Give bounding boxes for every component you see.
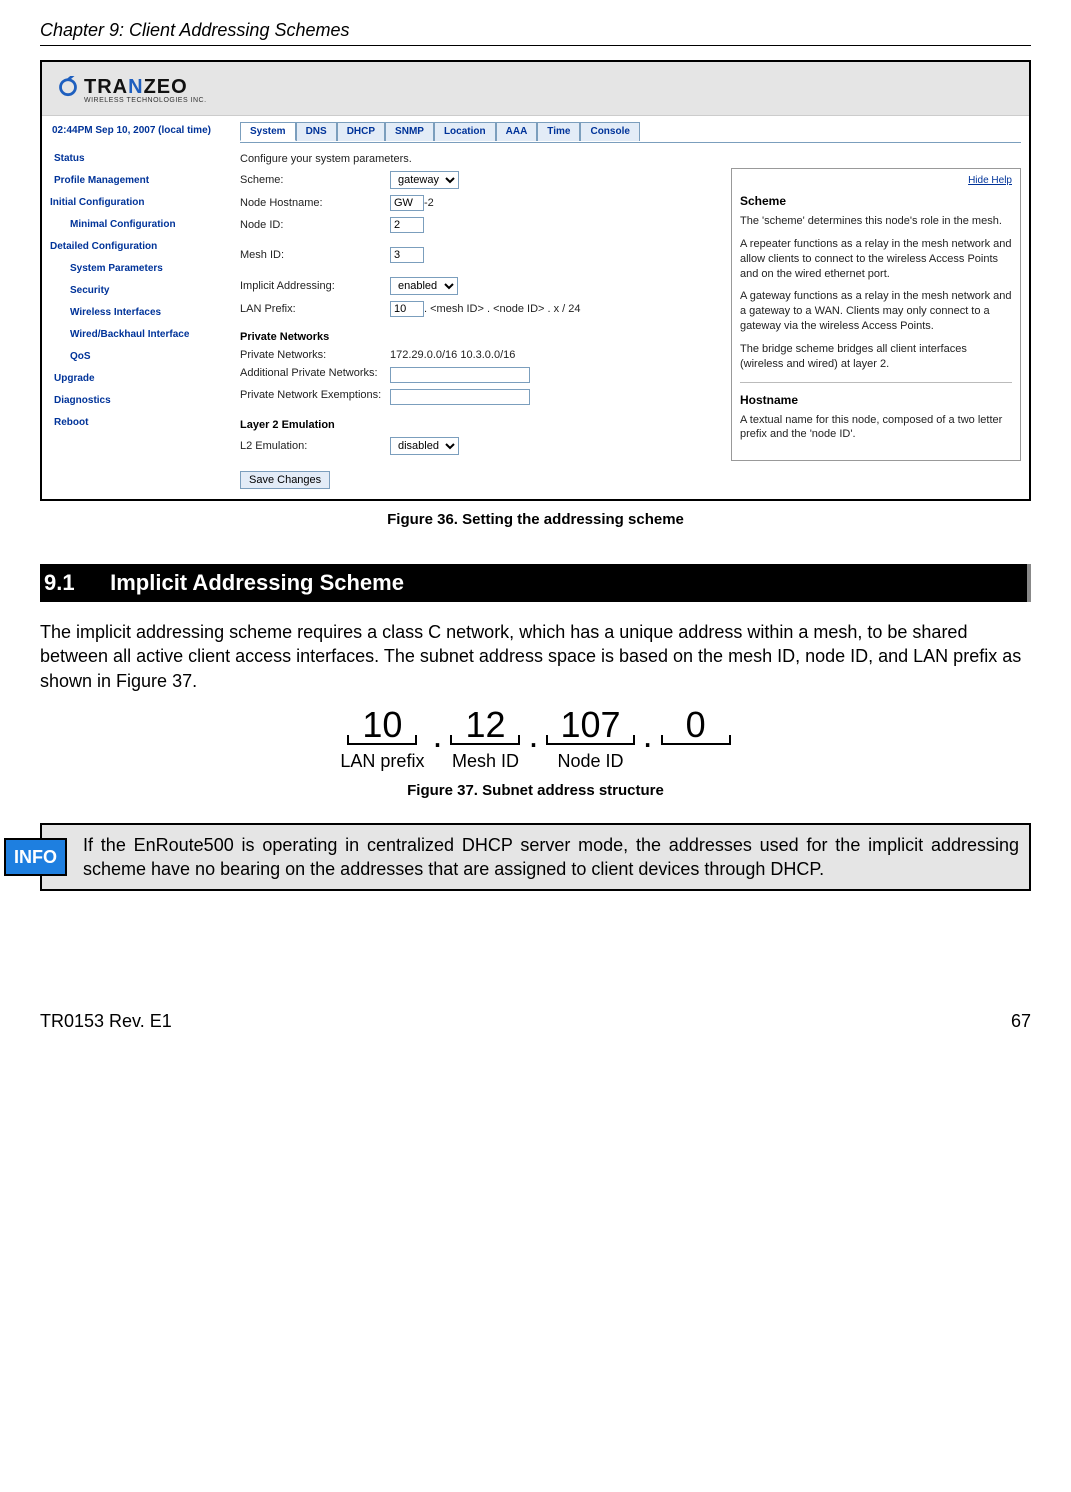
logo-subtitle: WIRELESS TECHNOLOGIES INC.: [84, 97, 207, 104]
footer-left: TR0153 Rev. E1: [40, 1011, 172, 1032]
main-panel: System DNS DHCP SNMP Location AAA Time C…: [232, 116, 1029, 499]
logo-z: N: [128, 76, 143, 98]
tab-time[interactable]: Time: [537, 122, 580, 141]
dot-icon: .: [426, 717, 448, 761]
section-number: 9.1: [44, 570, 104, 596]
figure36-caption: Figure 36. Setting the addressing scheme: [40, 511, 1031, 528]
sidebar-heading-detailed: Detailed Configuration: [50, 236, 232, 258]
form-intro: Configure your system parameters.: [240, 153, 412, 165]
chapter-title: Chapter 9: Client Addressing Schemes: [40, 20, 1031, 41]
sidebar-item-diagnostics[interactable]: Diagnostics: [50, 390, 232, 412]
sidebar-item-wired[interactable]: Wired/Backhaul Interface: [50, 324, 232, 346]
sidebar: 02:44PM Sep 10, 2007 (local time) Status…: [42, 116, 232, 499]
help-p4: The bridge scheme bridges all client int…: [740, 342, 1012, 372]
hostname-suffix: -2: [424, 197, 434, 209]
tab-console[interactable]: Console: [580, 122, 639, 141]
logo-swirl-icon: [54, 76, 82, 104]
sidebar-item-minimal[interactable]: Minimal Configuration: [50, 214, 232, 236]
pne-label: Private Network Exemptions:: [240, 389, 390, 401]
figure37-caption: Figure 37. Subnet address structure: [40, 782, 1031, 799]
sidebar-item-security[interactable]: Security: [50, 280, 232, 302]
tab-snmp[interactable]: SNMP: [385, 122, 434, 141]
help-scheme-heading: Scheme: [740, 194, 1012, 208]
tab-row: System DNS DHCP SNMP Location AAA Time C…: [240, 122, 1021, 141]
info-text: If the EnRoute500 is operating in centra…: [73, 825, 1029, 890]
pn-label: Private Networks:: [240, 349, 390, 361]
octet-3-label: Node ID: [558, 751, 624, 772]
meshid-label: Mesh ID:: [240, 249, 390, 261]
apn-input[interactable]: [390, 367, 530, 383]
implicit-select[interactable]: enabled: [390, 277, 458, 295]
help-hostname-heading: Hostname: [740, 393, 1012, 407]
octet-2: 12: [450, 707, 520, 745]
screenshot-figure: TRANZEO WIRELESS TECHNOLOGIES INC. 02:44…: [40, 60, 1031, 501]
private-networks-heading: Private Networks: [240, 331, 620, 343]
tab-dns[interactable]: DNS: [296, 122, 337, 141]
lanprefix-input[interactable]: [390, 301, 424, 317]
info-badge: INFO: [4, 838, 67, 876]
octet-3: 107: [546, 707, 634, 745]
dot-icon: .: [637, 717, 659, 761]
subnet-figure: 10 LAN prefix . 12 Mesh ID . 107 Node ID…: [40, 707, 1031, 772]
sidebar-item-upgrade[interactable]: Upgrade: [50, 368, 232, 390]
implicit-label: Implicit Addressing:: [240, 280, 390, 292]
help-p2: A repeater functions as a relay in the m…: [740, 237, 1012, 282]
scheme-label: Scheme:: [240, 174, 390, 186]
logo-pre: TRA: [84, 76, 128, 98]
tab-underline: [240, 142, 1021, 143]
screenshot-topbar: TRANZEO WIRELESS TECHNOLOGIES INC.: [42, 62, 1029, 116]
section-title: Implicit Addressing Scheme: [110, 570, 404, 595]
save-button[interactable]: Save Changes: [240, 471, 330, 489]
page-footer: TR0153 Rev. E1 67: [40, 1011, 1031, 1032]
l2-select[interactable]: disabled: [390, 437, 459, 455]
l2-heading: Layer 2 Emulation: [240, 419, 620, 431]
lanprefix-label: LAN Prefix:: [240, 303, 390, 315]
help-p3: A gateway functions as a relay in the me…: [740, 289, 1012, 334]
help-p5: A textual name for this node, composed o…: [740, 413, 1012, 443]
apn-label: Additional Private Networks:: [240, 367, 390, 379]
l2-label: L2 Emulation:: [240, 440, 390, 452]
scheme-select[interactable]: gateway: [390, 171, 459, 189]
sidebar-date: 02:44PM Sep 10, 2007 (local time): [50, 124, 232, 138]
sidebar-item-status[interactable]: Status: [50, 148, 232, 170]
lanprefix-suffix: . <mesh ID> . <node ID> . x / 24: [424, 303, 581, 315]
sidebar-item-wireless[interactable]: Wireless Interfaces: [50, 302, 232, 324]
logo-post: ZEO: [144, 76, 188, 98]
sidebar-item-qos[interactable]: QoS: [50, 346, 232, 368]
hostname-label: Node Hostname:: [240, 197, 390, 209]
nodeid-label: Node ID:: [240, 219, 390, 231]
header-rule: [40, 45, 1031, 46]
help-panel: Hide Help Scheme The 'scheme' determines…: [731, 168, 1021, 461]
meshid-input[interactable]: [390, 247, 424, 263]
dot-icon: .: [522, 717, 544, 761]
help-p1: The 'scheme' determines this node's role…: [740, 214, 1012, 229]
section-bar: 9.1 Implicit Addressing Scheme: [40, 564, 1031, 602]
octet-1-label: LAN prefix: [340, 751, 424, 772]
pn-value: 172.29.0.0/16 10.3.0.0/16: [390, 349, 515, 361]
footer-right: 67: [1011, 1011, 1031, 1032]
body-paragraph: The implicit addressing scheme requires …: [40, 620, 1031, 693]
info-callout: INFO If the EnRoute500 is operating in c…: [40, 823, 1031, 892]
tab-system[interactable]: System: [240, 122, 296, 141]
tab-dhcp[interactable]: DHCP: [337, 122, 385, 141]
octet-1: 10: [347, 707, 417, 745]
octet-2-label: Mesh ID: [452, 751, 519, 772]
sidebar-item-reboot[interactable]: Reboot: [50, 412, 232, 434]
tranzeo-logo: TRANZEO WIRELESS TECHNOLOGIES INC.: [54, 76, 207, 104]
hostname-input[interactable]: [390, 195, 424, 211]
tab-location[interactable]: Location: [434, 122, 496, 141]
sidebar-item-profile[interactable]: Profile Management: [50, 170, 232, 192]
hide-help-link[interactable]: Hide Help: [740, 175, 1012, 186]
tab-aaa[interactable]: AAA: [496, 122, 538, 141]
octet-4: 0: [661, 707, 731, 745]
logo-text: TRANZEO: [84, 76, 188, 98]
pne-input[interactable]: [390, 389, 530, 405]
sidebar-item-system[interactable]: System Parameters: [50, 258, 232, 280]
sidebar-heading-initial: Initial Configuration: [50, 192, 232, 214]
nodeid-input[interactable]: [390, 217, 424, 233]
